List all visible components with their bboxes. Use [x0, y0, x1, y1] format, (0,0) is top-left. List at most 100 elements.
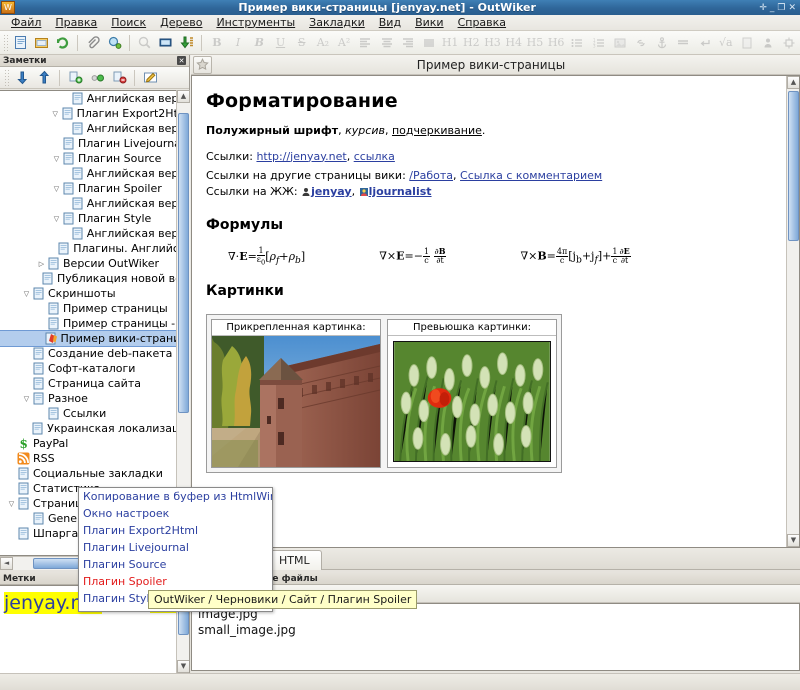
menu-view[interactable]: Вид	[372, 16, 408, 30]
notes-toolbar-grip[interactable]	[4, 68, 9, 87]
tree-item[interactable]: Английская версия	[0, 121, 189, 136]
heading-6-icon[interactable]: H6	[547, 33, 566, 53]
content-vertical-scrollbar[interactable]: ▲ ▼	[786, 76, 799, 547]
tree-item[interactable]: Английская версия	[0, 226, 189, 241]
close-icon[interactable]: ✕	[177, 56, 186, 65]
horizontal-rule-icon[interactable]	[674, 33, 693, 53]
tree-item[interactable]: ▽ Плагин Spoiler	[0, 181, 189, 196]
tree-item[interactable]: Плагин Livejournal	[0, 136, 189, 151]
tree-item[interactable]: ▷ Версии OutWiker	[0, 256, 189, 271]
tree-item[interactable]: RSS	[0, 451, 189, 466]
heading-3-icon[interactable]: H3	[483, 33, 502, 53]
tree-item[interactable]: Софт-каталоги	[0, 361, 189, 376]
page-icon[interactable]	[737, 33, 756, 53]
align-justify-icon[interactable]	[419, 33, 438, 53]
tree-item[interactable]: $ PayPal	[0, 436, 189, 451]
user-icon[interactable]	[759, 33, 778, 53]
chevron-down-icon[interactable]: ▽	[51, 185, 62, 193]
lj-community-link[interactable]: ljournalist	[369, 185, 432, 198]
tree-item-selected[interactable]: Пример вики-страницы	[0, 330, 189, 347]
chevron-down-icon[interactable]: ▽	[21, 290, 32, 298]
link-icon[interactable]	[156, 33, 175, 53]
thumbnail-icon[interactable]	[780, 33, 799, 53]
italic-icon[interactable]: I	[228, 33, 247, 53]
maximize-button[interactable]: ❐	[777, 3, 785, 13]
menu-search[interactable]: Поиск	[104, 16, 153, 30]
numbered-list-icon[interactable]: 123	[589, 33, 608, 53]
underline-icon[interactable]: U	[271, 33, 290, 53]
edit-page-properties-icon[interactable]	[140, 68, 160, 88]
heading-5-icon[interactable]: H5	[525, 33, 544, 53]
tree-item[interactable]: ▽ Плагин Style	[0, 211, 189, 226]
global-search-icon[interactable]	[105, 33, 124, 53]
attachments-list[interactable]: image.jpg small_image.jpg	[191, 603, 800, 671]
lj-user-link[interactable]: jenyay	[311, 185, 352, 198]
open-icon[interactable]	[32, 33, 51, 53]
tree-item[interactable]: Публикация новой версии	[0, 271, 189, 286]
tree-scroll-thumb[interactable]	[178, 113, 189, 413]
popup-link[interactable]: Окно настроек	[79, 505, 272, 522]
align-left-icon[interactable]	[356, 33, 375, 53]
list-item[interactable]: small_image.jpg	[198, 622, 793, 638]
menu-file[interactable]: Файл	[4, 16, 48, 30]
menu-help[interactable]: Справка	[451, 16, 513, 30]
favorite-star-icon[interactable]	[193, 55, 212, 74]
tree-item[interactable]: Английская версия	[0, 91, 189, 106]
tree-item[interactable]: ▽ Разное	[0, 391, 189, 406]
external-link-url[interactable]: http://jenyay.net	[256, 150, 346, 163]
wiki-link-rabota[interactable]: /Работа	[409, 169, 453, 182]
search-icon[interactable]	[135, 33, 154, 53]
tree-item[interactable]: Социальные закладки	[0, 466, 189, 481]
chevron-down-icon[interactable]: ▽	[6, 500, 17, 508]
shade-button[interactable]: ✛	[759, 3, 767, 13]
minimize-button[interactable]: _	[770, 3, 775, 13]
tree-item[interactable]: Пример страницы - 2	[0, 316, 189, 331]
toolbar-grip[interactable]	[3, 33, 8, 52]
add-sibling-page-icon[interactable]	[87, 68, 107, 88]
chevron-down-icon[interactable]: ▽	[51, 215, 62, 223]
tree-item[interactable]: Пример страницы	[0, 301, 189, 316]
content-scroll-down-arrow[interactable]: ▼	[787, 534, 799, 547]
add-child-page-icon[interactable]	[65, 68, 85, 88]
align-center-icon[interactable]	[377, 33, 396, 53]
content-scroll-up-arrow[interactable]: ▲	[787, 76, 799, 89]
bullet-list-icon[interactable]	[568, 33, 587, 53]
popup-link[interactable]: Плагин Export2Html	[79, 522, 272, 539]
heading-2-icon[interactable]: H2	[462, 33, 481, 53]
tree-item[interactable]: Английская версия	[0, 196, 189, 211]
image-icon[interactable]	[610, 33, 629, 53]
wiki-link-commented[interactable]: Ссылка с комментарием	[460, 169, 602, 182]
chevron-right-icon[interactable]: ▷	[36, 260, 47, 268]
html-preview[interactable]: Форматирование Полужирный шрифт, курсив,…	[191, 75, 800, 548]
download-icon[interactable]	[177, 33, 196, 53]
menu-tools[interactable]: Инструменты	[209, 16, 302, 30]
subscript-icon[interactable]: A₂	[313, 33, 332, 53]
tree-item[interactable]: Украинская локализация	[0, 421, 189, 436]
popup-link[interactable]: Копирование в буфер из HtmlWindow	[79, 488, 272, 505]
chevron-down-icon[interactable]: ▽	[51, 155, 62, 163]
scroll-left-arrow[interactable]: ◄	[0, 557, 13, 570]
popup-link[interactable]: Плагин Livejournal	[79, 539, 272, 556]
equation-icon[interactable]: √a	[716, 33, 735, 53]
chevron-down-icon[interactable]: ▽	[50, 110, 61, 118]
align-right-icon[interactable]	[398, 33, 417, 53]
menu-bookmarks[interactable]: Закладки	[302, 16, 372, 30]
attach-icon[interactable]	[83, 33, 102, 53]
menu-tree[interactable]: Дерево	[153, 16, 209, 30]
bold-italic-icon[interactable]: B	[250, 33, 269, 53]
popup-link[interactable]: Плагин Source	[79, 556, 272, 573]
tree-item[interactable]: ▽ Плагин Source	[0, 151, 189, 166]
content-scroll-thumb[interactable]	[788, 91, 799, 241]
tree-item[interactable]: Плагины. Английская	[0, 241, 189, 256]
line-break-icon[interactable]	[695, 33, 714, 53]
tree-item[interactable]: ▽ Скриншоты	[0, 286, 189, 301]
tree-scroll-track[interactable]	[177, 103, 190, 543]
link-insert-icon[interactable]	[631, 33, 650, 53]
new-page-icon[interactable]	[11, 33, 30, 53]
tree-item[interactable]: Создание deb-пакета	[0, 346, 189, 361]
strikethrough-icon[interactable]: S	[292, 33, 311, 53]
heading-1-icon[interactable]: H1	[441, 33, 460, 53]
superscript-icon[interactable]: A²	[335, 33, 354, 53]
tree-item[interactable]: Английская версия	[0, 166, 189, 181]
remove-page-icon[interactable]	[109, 68, 129, 88]
